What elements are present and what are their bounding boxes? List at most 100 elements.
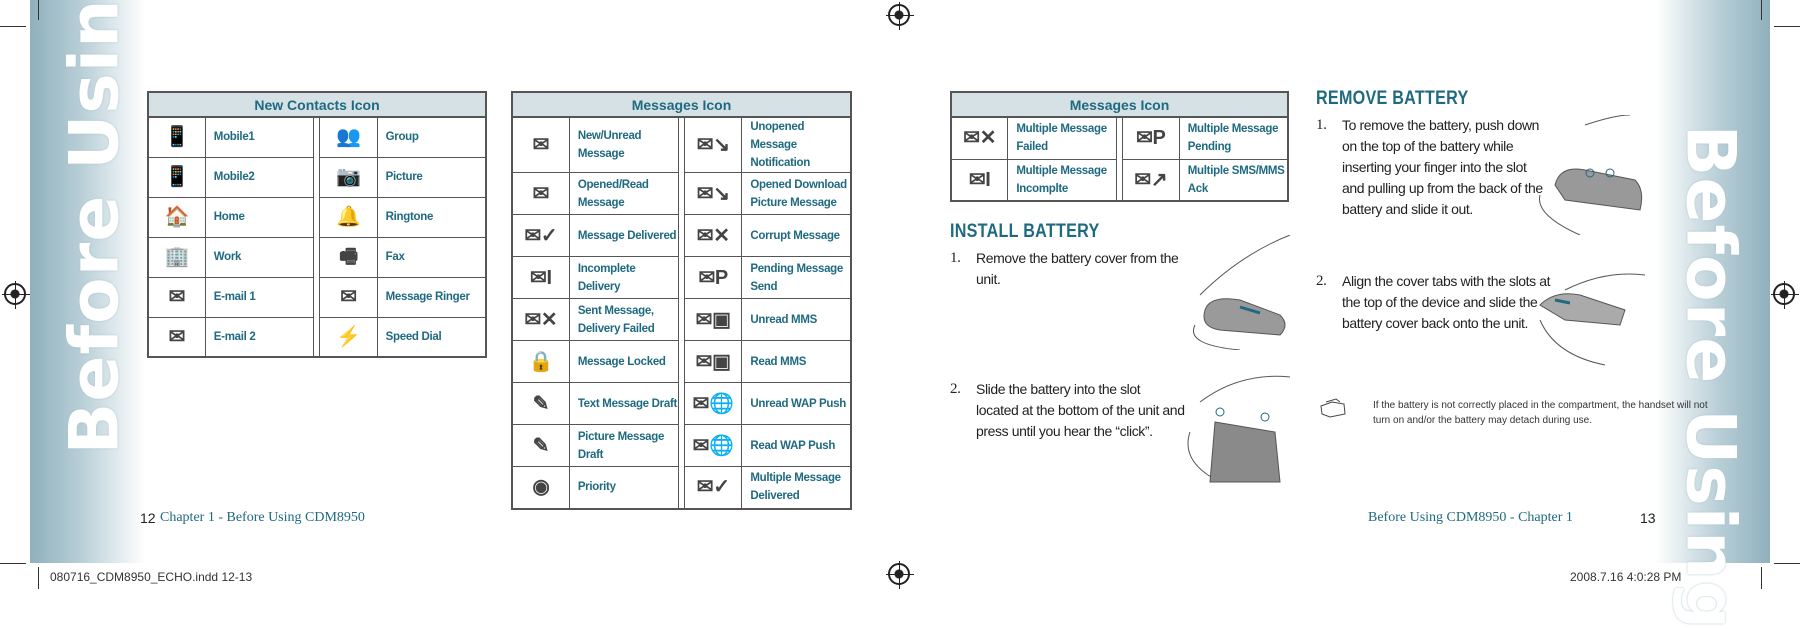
text-draft-icon: ✎ — [511, 382, 570, 425]
read-mms-icon: ✉▣ — [684, 340, 743, 383]
icon-label: Unread MMS — [741, 298, 852, 341]
icon-label: Picture — [376, 156, 487, 198]
table-row: ✉ Opened/Read Message ✉↘ Opened Download Pi… — [511, 172, 852, 215]
speed-dial-icon: ⚡ — [319, 316, 378, 358]
registration-mark-icon — [2, 281, 30, 309]
unopened-notification-icon: ✉↘ — [684, 116, 743, 173]
unread-wap-icon: ✉🌐 — [684, 382, 743, 425]
registration-mark-icon — [886, 561, 914, 589]
remove-step-1: 1. To remove the battery, push down on th… — [1316, 115, 1546, 220]
step-text: Slide the battery into the slot located … — [976, 381, 1185, 439]
opened-download-icon: ✉↘ — [684, 172, 743, 215]
icon-label: E-mail 2 — [204, 316, 315, 358]
icon-label: Read WAP Push — [741, 424, 852, 467]
install-battery-heading: INSTALL BATTERY — [950, 221, 1100, 242]
remove-step-2: 2. Align the cover tabs with the slots at… — [1316, 271, 1556, 334]
table-row: 📱 Mobile1 👥 Group — [147, 116, 487, 158]
running-footer-right: Before Using CDM8950 - Chapter 1 — [1368, 510, 1573, 525]
icon-label: Fax — [376, 236, 487, 278]
ringtone-icon: 🔔 — [319, 196, 378, 238]
contacts-icon-table: New Contacts Icon 📱 Mobile1 👥 Group 📱 Mobile2 📷… — [147, 91, 487, 358]
email-icon: ✉ — [147, 316, 206, 358]
envelope-icon: ✉ — [511, 116, 570, 173]
icon-label: Pending Message Send — [741, 256, 852, 299]
icon-label: Opened Download Picture Message — [741, 172, 852, 215]
table-row: ◉ Priority ✉✓ Multiple Message Delivered — [511, 466, 852, 509]
icon-label: Message Delivered — [568, 214, 680, 257]
mobile2-icon: 📱 — [147, 156, 206, 198]
icon-label: Work — [204, 236, 315, 278]
side-tab-left: Before Using — [55, 0, 135, 455]
priority-icon: ◉ — [511, 466, 570, 509]
table-row: ✎ Picture Message Draft ✉🌐 Read WAP Push — [511, 424, 852, 467]
icon-label: Multiple Message Incomplte — [1007, 158, 1118, 202]
icon-label: Unread WAP Push — [741, 382, 852, 425]
crop-mark — [1774, 26, 1800, 27]
slug-filename: 080716_CDM8950_ECHO.indd 12-13 — [50, 570, 253, 584]
mobile1-icon: 📱 — [147, 116, 206, 158]
step-number: 1. — [1316, 117, 1327, 133]
registration-mark-icon — [1771, 281, 1799, 309]
running-footer-left: Chapter 1 - Before Using CDM8950 — [160, 510, 365, 525]
icon-label: Corrupt Message — [741, 214, 852, 257]
table-row: ✉✕ Sent Message, Delivery Failed ✉▣ Unread … — [511, 298, 852, 341]
table-row: ✎ Text Message Draft ✉🌐 Unread WAP Push — [511, 382, 852, 425]
crop-mark — [1761, 567, 1762, 589]
page-number-right: 13 — [1640, 510, 1656, 526]
read-wap-icon: ✉🌐 — [684, 424, 743, 467]
unread-mms-icon: ✉▣ — [684, 298, 743, 341]
icon-label: Read MMS — [741, 340, 852, 383]
replace-cover-illustration — [1539, 273, 1646, 366]
install-step-2: 2. Slide the battery into the slot locate… — [950, 379, 1185, 442]
icon-label: Ringtone — [376, 196, 487, 238]
work-icon: 🏢 — [147, 236, 206, 278]
icon-label: Text Message Draft — [568, 382, 680, 425]
table-title: Messages Icon — [951, 92, 1288, 118]
group-icon: 👥 — [319, 116, 378, 158]
message-delivered-icon: ✉✓ — [511, 214, 570, 257]
pending-message-icon: ✉P — [684, 256, 743, 299]
multiple-pending-icon: ✉P — [1121, 116, 1180, 160]
icon-label: Picture Message Draft — [568, 424, 680, 467]
page-number-left: 12 — [140, 510, 156, 526]
table-row: 🔒 Message Locked ✉▣ Read MMS — [511, 340, 852, 383]
messages-icon-table: Messages Icon ✉ New/Unread Message ✉↘ Unopen… — [511, 91, 852, 510]
lock-icon: 🔒 — [511, 340, 570, 383]
table-row: 📱 Mobile2 📷 Picture — [147, 156, 487, 198]
multiple-incomplete-icon: ✉I — [950, 158, 1009, 202]
step-number: 2. — [1316, 273, 1327, 289]
icon-label: Multiple SMS/MMS Ack — [1178, 158, 1289, 202]
step-number: 1. — [950, 250, 961, 266]
email-icon: ✉ — [147, 276, 206, 318]
remove-cover-illustration — [1193, 235, 1291, 350]
messages-icon-table-continued: Messages Icon ✉✕ Multiple Message Failed ✉P… — [950, 91, 1289, 202]
crop-mark — [0, 563, 26, 564]
icon-label: Message Ringer — [376, 276, 487, 318]
remove-battery-illustration — [1539, 115, 1643, 235]
battery-note: If the battery is not correctly placed i… — [1373, 400, 1708, 426]
icon-label: Multiple Message Failed — [1007, 116, 1118, 160]
icon-label: Mobile1 — [204, 116, 315, 158]
table-row: ✉✕ Multiple Message Failed ✉P Multiple Mess… — [950, 116, 1289, 160]
fax-icon: 🖷 — [319, 236, 378, 278]
table-row: ✉ New/Unread Message ✉↘ Unopened Message No… — [511, 116, 852, 173]
icon-label: Sent Message, Delivery Failed — [568, 298, 680, 341]
multiple-failed-icon: ✉✕ — [950, 116, 1009, 160]
open-envelope-icon: ✉ — [511, 172, 570, 215]
slug-timestamp: 2008.7.16 4:0:28 PM — [1570, 570, 1682, 584]
corrupt-message-icon: ✉✕ — [684, 214, 743, 257]
crop-mark — [1774, 563, 1800, 564]
icon-label: Unopened Message Notification — [741, 116, 852, 173]
registration-mark-icon — [886, 2, 914, 30]
home-icon: 🏠 — [147, 196, 206, 238]
incomplete-delivery-icon: ✉I — [511, 256, 570, 299]
multiple-delivered-icon: ✉✓ — [684, 466, 743, 509]
step-text: Remove the battery cover from the unit. — [976, 250, 1179, 287]
icon-label: New/Unread Message — [568, 116, 680, 173]
step-text: Align the cover tabs with the slots at t… — [1342, 273, 1551, 331]
table-title: Messages Icon — [512, 92, 851, 118]
icon-label: Mobile2 — [204, 156, 315, 198]
remove-battery-heading: REMOVE BATTERY — [1316, 88, 1469, 109]
table-row: ✉ E-mail 2 ⚡ Speed Dial — [147, 316, 487, 358]
icon-label: Home — [204, 196, 315, 238]
